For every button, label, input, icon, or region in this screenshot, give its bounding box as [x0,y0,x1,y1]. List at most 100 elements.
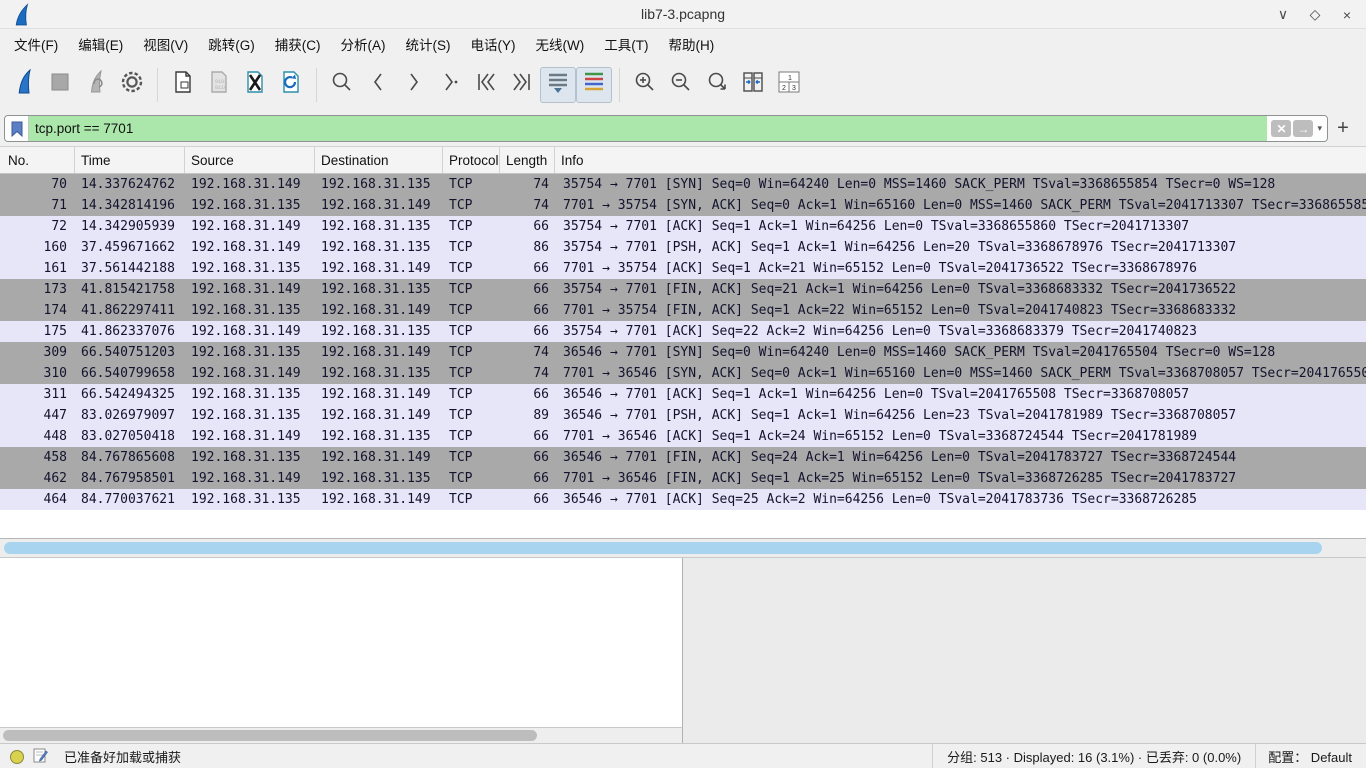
menu-item-8[interactable]: 无线(W) [526,30,595,58]
packet-row[interactable]: 17441.862297411192.168.31.135192.168.31.… [0,300,1366,321]
column-header-destination[interactable]: Destination [315,147,443,173]
packet-row[interactable]: 7114.342814196192.168.31.135192.168.31.1… [0,195,1366,216]
zoom-reset-icon [706,71,728,98]
find-packet-button[interactable] [324,67,360,103]
menu-item-0[interactable]: 文件(F) [4,30,68,58]
hscrollbar-thumb[interactable] [4,542,1322,554]
menu-item-10[interactable]: 帮助(H) [658,30,724,58]
autoscroll-button[interactable] [540,67,576,103]
menu-item-3[interactable]: 跳转(G) [198,30,265,58]
cell-protocol: TCP [443,345,500,360]
cell-source: 192.168.31.135 [185,303,315,318]
close-file-button[interactable] [237,67,273,103]
cell-time: 66.542494325 [75,387,185,402]
goto-packet-button[interactable] [432,67,468,103]
maximize-button[interactable]: ◇ [1306,6,1324,24]
status-bar: 已准备好加载或捕获 分组: 513 · Displayed: 16 (3.1%)… [0,743,1366,768]
cell-source: 192.168.31.149 [185,429,315,444]
save-file-button[interactable]: 01010110 [201,67,237,103]
zoom-out-button[interactable] [663,67,699,103]
resize-columns-button[interactable] [735,67,771,103]
capture-options-button[interactable] [114,67,150,103]
packet-row[interactable]: 16137.561442188192.168.31.135192.168.31.… [0,258,1366,279]
column-header-time[interactable]: Time [75,147,185,173]
filter-bookmark-button[interactable] [5,116,29,141]
close-button[interactable]: × [1338,6,1356,24]
profile-selector[interactable]: 配置： Default [1256,744,1366,768]
packet-row[interactable]: 46284.767958501192.168.31.149192.168.31.… [0,468,1366,489]
column-header-length[interactable]: Length [500,147,555,173]
cell-length: 89 [500,408,555,423]
zoom-reset-button[interactable] [699,67,735,103]
cell-destination: 192.168.31.149 [315,492,443,507]
cell-info: 7701 → 36546 [ACK] Seq=1 Ack=24 Win=6515… [555,429,1366,444]
cell-protocol: TCP [443,198,500,213]
cell-info: 36546 → 7701 [FIN, ACK] Seq=24 Ack=1 Win… [555,450,1366,465]
reload-file-button[interactable] [273,67,309,103]
packet-row[interactable]: 7014.337624762192.168.31.149192.168.31.1… [0,174,1366,195]
column-header-no[interactable]: No. [0,147,75,173]
cell-protocol: TCP [443,240,500,255]
open-file-button[interactable] [165,67,201,103]
column-header-source[interactable]: Source [185,147,315,173]
packet-row[interactable]: 46484.770037621192.168.31.135192.168.31.… [0,489,1366,510]
next-packet-button[interactable] [396,67,432,103]
menu-item-5[interactable]: 分析(A) [331,30,396,58]
cell-protocol: TCP [443,408,500,423]
filter-apply-button[interactable]: → [1293,120,1313,137]
find-packet-icon [331,71,353,98]
cell-length: 74 [500,345,555,360]
expert-info-icon[interactable] [10,750,24,764]
cell-no: 448 [0,429,75,444]
last-packet-icon [510,71,534,98]
menu-item-9[interactable]: 工具(T) [594,30,658,58]
menu-item-4[interactable]: 捕获(C) [265,30,331,58]
packet-row[interactable]: 17341.815421758192.168.31.149192.168.31.… [0,279,1366,300]
cell-source: 192.168.31.149 [185,240,315,255]
minimize-button[interactable]: ∨ [1274,6,1292,24]
packet-list-pane: No. Time Source Destination Protocol Len… [0,147,1366,539]
menu-item-2[interactable]: 视图(V) [133,30,198,58]
packet-row[interactable]: 44883.027050418192.168.31.149192.168.31.… [0,426,1366,447]
packet-row[interactable]: 31166.542494325192.168.31.135192.168.31.… [0,384,1366,405]
first-packet-button[interactable] [468,67,504,103]
display-filter-input[interactable] [29,121,1267,136]
cell-time: 41.862297411 [75,303,185,318]
packet-row[interactable]: 45884.767865608192.168.31.135192.168.31.… [0,447,1366,468]
menu-item-6[interactable]: 统计(S) [396,30,461,58]
column-header-protocol[interactable]: Protocol [443,147,500,173]
packet-row[interactable]: 30966.540751203192.168.31.135192.168.31.… [0,342,1366,363]
filter-add-button[interactable]: + [1328,117,1358,140]
menu-item-7[interactable]: 电话(Y) [461,30,526,58]
filter-dropdown-caret[interactable]: ▾ [1315,123,1322,134]
restart-capture-button[interactable] [78,67,114,103]
packet-row[interactable]: 16037.459671662192.168.31.149192.168.31.… [0,237,1366,258]
last-packet-button[interactable] [504,67,540,103]
cell-protocol: TCP [443,450,500,465]
packet-row[interactable]: 17541.862337076192.168.31.149192.168.31.… [0,321,1366,342]
cell-source: 192.168.31.135 [185,387,315,402]
packet-row[interactable]: 7214.342905939192.168.31.149192.168.31.1… [0,216,1366,237]
column-header-info[interactable]: Info [555,147,1366,173]
cell-time: 14.342905939 [75,219,185,234]
display-filter-field[interactable]: ✕ → ▾ [4,115,1328,142]
packet-row[interactable]: 31066.540799658192.168.31.149192.168.31.… [0,363,1366,384]
capture-comment-icon[interactable] [32,747,48,766]
colorize-button[interactable] [576,67,612,103]
details-hscrollbar-thumb[interactable] [3,730,537,741]
packet-row[interactable]: 44783.026979097192.168.31.135192.168.31.… [0,405,1366,426]
cell-no: 160 [0,240,75,255]
menu-item-1[interactable]: 编辑(E) [68,30,133,58]
packet-details-view[interactable] [0,558,683,728]
start-capture-button[interactable] [6,67,42,103]
toolbar-separator [619,68,620,102]
filter-clear-button[interactable]: ✕ [1271,120,1291,137]
stop-capture-button[interactable] [42,67,78,103]
cell-destination: 192.168.31.149 [315,198,443,213]
packet-bytes-pane[interactable] [683,558,1366,743]
previous-packet-button[interactable] [360,67,396,103]
cell-destination: 192.168.31.149 [315,261,443,276]
numbered-columns-button[interactable]: 123 [771,67,807,103]
cell-time: 83.027050418 [75,429,185,444]
zoom-in-button[interactable] [627,67,663,103]
